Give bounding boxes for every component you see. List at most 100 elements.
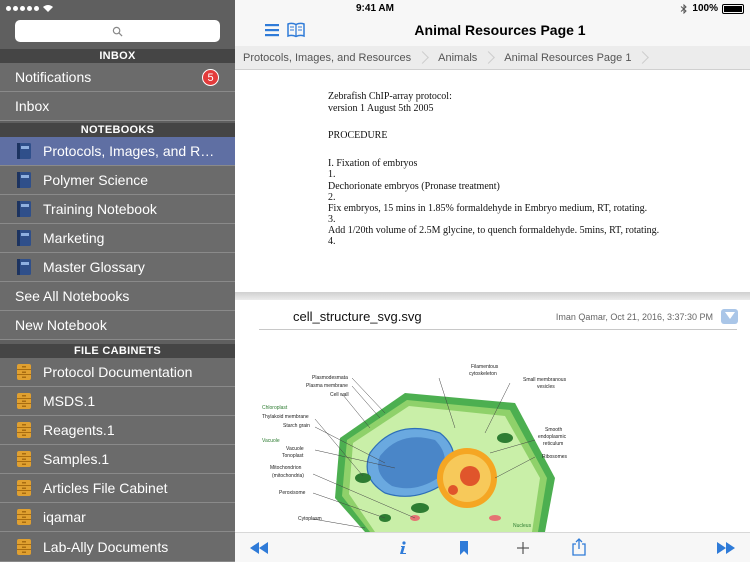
sidebar-item-notebook[interactable]: Protocols, Images, and Resources <box>0 137 235 166</box>
figure-label: reticulum <box>543 441 564 447</box>
battery-icon <box>722 3 744 14</box>
plus-icon[interactable] <box>516 541 530 555</box>
open-book-icon[interactable] <box>287 22 305 38</box>
figure-label: Chloroplast <box>262 405 288 411</box>
file-cabinets-header: FILE CABINETS <box>0 344 235 358</box>
document-line: Add 1/20th volume of 2.5M glycine, to qu… <box>328 225 660 236</box>
sidebar-item-notifications[interactable]: Notifications 5 <box>0 63 235 92</box>
file-cabinet-icon <box>17 509 31 525</box>
battery-percent: 100% <box>692 3 718 14</box>
figure-label: Small membranous <box>523 377 567 383</box>
sidebar-item-file-cabinet[interactable]: Protocol Documentation <box>0 358 235 387</box>
section-divider <box>235 292 750 300</box>
sidebar-item-label: Lab-Ally Documents <box>43 538 169 555</box>
attachment-filename[interactable]: cell_structure_svg.svg <box>293 309 422 324</box>
sidebar-item-label: Notifications <box>15 69 92 85</box>
figure-label: Peroxisome <box>279 490 306 496</box>
breadcrumb-separator <box>488 46 496 70</box>
document-line: Dechorionate embryos (Pronase treatment) <box>328 181 500 192</box>
document-line: I. Fixation of embryos <box>328 158 418 169</box>
document-line: Zebrafish ChIP-array protocol: <box>328 91 452 102</box>
cell-structure-image: Plasmodesmata Plasma membrane Cell wall … <box>255 358 585 532</box>
notebook-icon <box>17 172 31 188</box>
document-line: version 1 August 5th 2005 <box>328 103 434 114</box>
sidebar-item-file-cabinet[interactable]: Reagents.1 <box>0 416 235 445</box>
sidebar-item-notebook[interactable]: Polymer Science <box>0 166 235 195</box>
sidebar-item-label: Articles File Cabinet <box>43 480 168 496</box>
sidebar-item-notebook[interactable]: Marketing <box>0 224 235 253</box>
plant-cell-diagram <box>312 377 555 532</box>
menu-icon[interactable] <box>265 23 279 37</box>
sidebar-item-label: Protocol Documentation <box>43 364 193 380</box>
attachment-header: cell_structure_svg.svg Iman Qamar, Oct 2… <box>235 300 750 330</box>
sidebar-item-label: Protocols, Images, and Resources <box>43 143 218 159</box>
sidebar-item-inbox[interactable]: Inbox <box>0 92 235 121</box>
sidebar-item-label: Inbox <box>15 98 50 114</box>
document-line: 4. <box>328 236 336 247</box>
document-line: 3. <box>328 214 336 225</box>
status-signal <box>6 3 53 13</box>
sidebar-item-label: Training Notebook <box>43 201 157 217</box>
new-notebook-button[interactable]: New Notebook <box>0 311 235 340</box>
document-line: 1. <box>328 169 336 180</box>
breadcrumb-item[interactable]: Animal Resources Page 1 <box>496 46 642 70</box>
share-icon[interactable] <box>572 538 586 556</box>
document-content: Zebrafish ChIP-array protocol: version 1… <box>235 70 750 292</box>
notebook-icon <box>17 230 31 246</box>
breadcrumb: Protocols, Images, and Resources Animals… <box>235 46 750 70</box>
figure-label: Ribosomes <box>542 454 568 460</box>
chevron-down-icon[interactable] <box>721 309 738 324</box>
sidebar-item-notebook[interactable]: Master Glossary <box>0 253 235 282</box>
bottom-toolbar <box>235 532 750 562</box>
figure-label: Starch grain <box>283 423 310 429</box>
figure-label: Cytoplasm <box>298 516 322 522</box>
file-cabinet-icon <box>17 422 31 438</box>
sidebar-item-label: New Notebook <box>15 317 107 333</box>
figure-label: endoplasmic <box>538 434 567 440</box>
breadcrumb-item[interactable]: Protocols, Images, and Resources <box>235 46 422 70</box>
figure-label: cytoskeleton <box>469 371 497 377</box>
sidebar-item-label: MSDS.1 <box>43 393 96 409</box>
sidebar-item-label: iqamar <box>43 509 86 525</box>
info-icon[interactable] <box>398 541 408 555</box>
sidebar-item-file-cabinet[interactable]: MSDS.1 <box>0 387 235 416</box>
bookmark-icon[interactable] <box>459 541 469 555</box>
status-time: 9:41 AM <box>356 3 394 14</box>
figure-label: Plasmodesmata <box>312 375 348 381</box>
figure-label: vesicles <box>537 384 555 390</box>
bluetooth-icon <box>681 3 688 14</box>
search-input[interactable] <box>15 20 220 42</box>
sidebar-item-notebook[interactable]: Training Notebook <box>0 195 235 224</box>
figure-label: Mitochondrion <box>270 465 302 471</box>
figure-label: Plasma membrane <box>306 383 348 389</box>
figure-label: Tonoplast <box>282 453 304 459</box>
document-line: 2. <box>328 192 336 203</box>
figure-label: Filamentous <box>471 364 499 370</box>
figure-label: Cell wall <box>330 392 349 398</box>
inbox-header: INBOX <box>0 49 235 63</box>
breadcrumb-separator <box>642 46 650 70</box>
sidebar-item-label: Samples.1 <box>43 451 110 467</box>
file-cabinet-icon <box>17 393 31 409</box>
page-title: Animal Resources Page 1 <box>414 22 586 38</box>
file-cabinet-icon <box>17 364 31 380</box>
sidebar-item-file-cabinet[interactable]: Samples.1 <box>0 445 235 474</box>
rewind-icon[interactable] <box>249 541 269 555</box>
notebook-icon <box>17 143 31 159</box>
file-cabinet-icon <box>17 480 31 496</box>
navigation-bar: 9:41 AM 100% Animal Resources Page 1 <box>235 0 750 46</box>
file-cabinet-icon <box>17 451 31 467</box>
status-indicators: 100% <box>680 3 744 14</box>
breadcrumb-separator <box>422 46 430 70</box>
breadcrumb-item[interactable]: Animals <box>430 46 488 70</box>
wifi-icon <box>43 5 53 12</box>
figure-label: (mitochondria) <box>272 473 304 479</box>
see-all-notebooks-button[interactable]: See All Notebooks <box>0 282 235 311</box>
notebook-icon <box>17 201 31 217</box>
forward-icon[interactable] <box>716 541 736 555</box>
sidebar-item-file-cabinet[interactable]: Articles File Cabinet <box>0 474 235 503</box>
sidebar-item-file-cabinet[interactable]: iqamar <box>0 503 235 532</box>
sidebar-item-file-cabinet[interactable]: Lab-Ally Documents <box>0 532 235 562</box>
document-line: PROCEDURE <box>328 130 388 141</box>
main-pane: 9:41 AM 100% Animal Resources Page 1 Pro… <box>235 0 750 562</box>
